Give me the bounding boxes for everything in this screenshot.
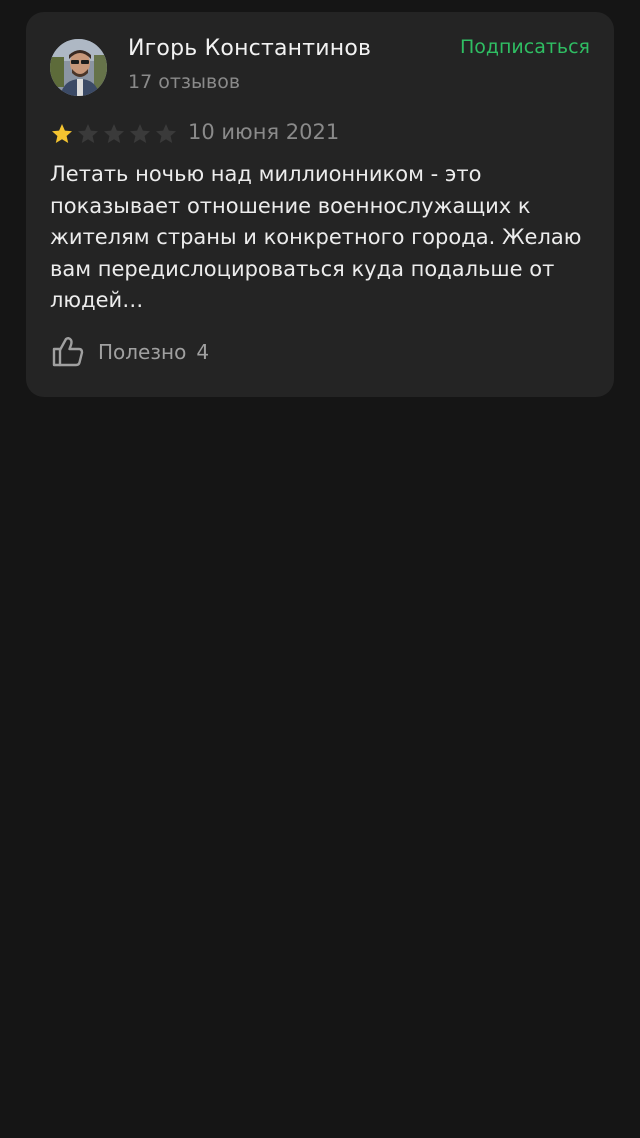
star-empty-icon: [156, 124, 176, 143]
author-name[interactable]: Игорь Константинов: [128, 36, 371, 61]
star-empty-icon: [78, 124, 98, 143]
review-text: Летать ночью над миллионником - это пока…: [50, 162, 582, 312]
avatar-photo: [50, 39, 107, 96]
author-review-count: 17 отзывов: [128, 71, 241, 93]
review-date: 10 июня 2021: [188, 120, 340, 144]
thumbs-up-icon: [52, 337, 84, 367]
star-filled-icon: [52, 124, 72, 143]
avatar[interactable]: [50, 39, 107, 96]
subscribe-button[interactable]: Подписаться: [460, 36, 590, 58]
star-empty-icon: [104, 124, 124, 143]
helpful-button[interactable]: Полезно 4: [50, 334, 209, 370]
helpful-count: 4: [196, 340, 210, 364]
rating-stars: [50, 122, 178, 146]
star-empty-icon: [130, 124, 150, 143]
review-card: Игорь Константинов 17 отзывов Подписатьс…: [26, 12, 614, 397]
helpful-label: Полезно: [98, 340, 187, 364]
